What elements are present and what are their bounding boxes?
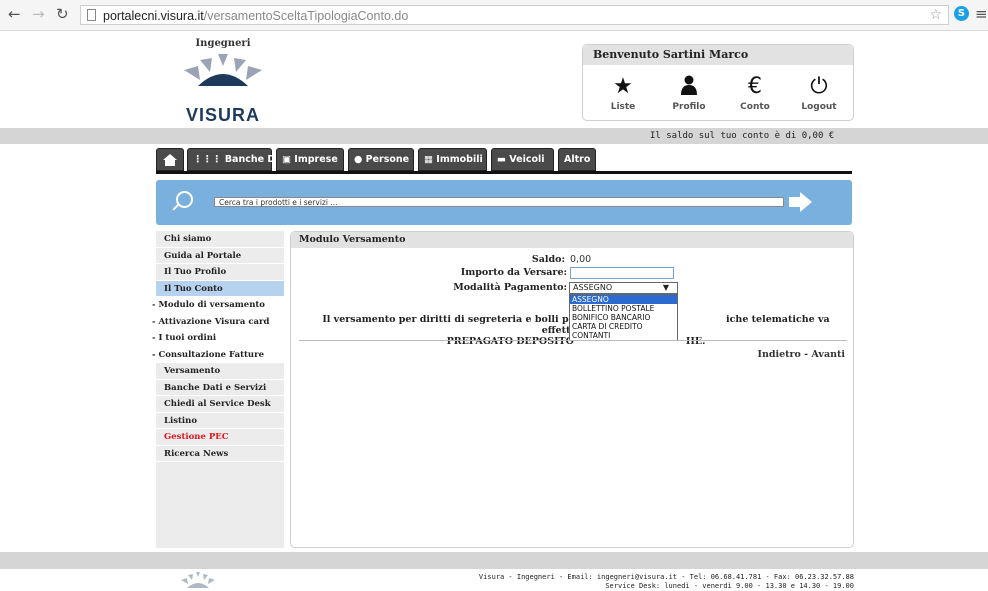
- logo-emblem-icon: [184, 54, 262, 86]
- tab-veicoli[interactable]: ▬ Veicoli: [491, 148, 554, 171]
- sidebar-item-chi-siamo[interactable]: Chi siamo: [156, 231, 284, 248]
- reload-icon[interactable]: ↻: [56, 6, 69, 22]
- tab-altro[interactable]: Altro: [558, 148, 596, 171]
- tab-banche-dati[interactable]: ⋮⋮⋮ Banche Dati: [187, 148, 289, 171]
- modalita-select[interactable]: ASSEGNO ▼: [569, 282, 678, 294]
- importo-input[interactable]: [570, 267, 674, 279]
- tab-imprese[interactable]: ▣ Imprese: [276, 148, 344, 171]
- option-bollettino[interactable]: BOLLETTINO POSTALE: [570, 304, 677, 313]
- briefcase-icon: ▣: [282, 154, 295, 165]
- tab-underline: [156, 171, 852, 174]
- modalita-dropdown-list: ASSEGNO BOLLETTINO POSTALE BONIFICO BANC…: [569, 294, 678, 341]
- liste-button[interactable]: ★ Liste: [593, 74, 653, 113]
- conto-button[interactable]: € Conto: [725, 74, 785, 113]
- tab-persone[interactable]: ● Persone: [348, 148, 414, 171]
- divider: [299, 340, 847, 341]
- versamento-panel: Modulo Versamento Saldo: 0,00 Importo da…: [290, 231, 854, 548]
- people-icon: ●: [354, 154, 366, 165]
- option-bonifico[interactable]: BONIFICO BANCARIO: [570, 313, 677, 322]
- forward-icon[interactable]: →: [32, 6, 45, 22]
- bookmark-star-icon[interactable]: ☆: [929, 7, 942, 23]
- pagination-links[interactable]: Indietro - Avanti: [758, 349, 846, 360]
- footer-logo-icon: [181, 572, 215, 588]
- saldo-info: Il saldo sul tuo conto è di 0,00 €: [650, 131, 835, 141]
- sidebar-item-profilo[interactable]: Il Tuo Profilo: [156, 264, 284, 281]
- logout-button[interactable]: ⏻ Logout: [789, 74, 849, 113]
- sidebar-item-banche-dati[interactable]: Banche Dati e Servizi: [156, 380, 284, 396]
- saldo-label: Saldo:: [531, 254, 565, 265]
- sidebar-item-listino[interactable]: Listino: [156, 413, 284, 429]
- page-icon: [87, 9, 96, 21]
- user-icon: [659, 75, 719, 99]
- profilo-button[interactable]: Profilo: [659, 75, 719, 112]
- skype-extension-icon[interactable]: S: [954, 6, 969, 21]
- sidebar: Chi siamo Guida al Portale Il Tuo Profil…: [152, 231, 284, 548]
- url-text: portalecni.visura.it/versamentoSceltaTip…: [103, 9, 409, 23]
- footer-strip: [0, 552, 988, 569]
- home-icon: [163, 154, 177, 166]
- building-icon: ▦: [424, 154, 437, 165]
- search-input[interactable]: Cerca tra i prodotti e i servizi ...: [214, 197, 784, 207]
- user-panel: Benvenuto Sartini Marco ★ Liste Profilo …: [582, 44, 854, 121]
- sidebar-item-conto[interactable]: Il Tuo Conto: [156, 280, 284, 297]
- star-icon: ★: [613, 74, 633, 99]
- search-icon: [176, 191, 193, 208]
- panel-title: Modulo Versamento: [291, 232, 853, 248]
- logo-caption: Ingegneri: [195, 38, 251, 49]
- tab-immobili[interactable]: ▦ Immobili: [418, 148, 487, 171]
- option-carta[interactable]: CARTA DI CREDITO: [570, 322, 677, 331]
- sidebar-item-fatture[interactable]: - Consultazione Fatture: [152, 346, 284, 363]
- importo-label: Importo da Versare:: [460, 267, 567, 278]
- logo-brand-text: VISURA: [185, 105, 260, 125]
- sidebar-item-versamento[interactable]: Versamento: [156, 363, 284, 380]
- euro-icon: €: [748, 74, 762, 99]
- sidebar-item-ordini[interactable]: - I tuoi ordini: [152, 330, 284, 347]
- grid-dots-icon: ⋮⋮⋮: [193, 154, 225, 165]
- browser-toolbar: ← → ↻ portalecni.visura.it/versamentoSce…: [0, 0, 988, 31]
- address-bar[interactable]: portalecni.visura.it/versamentoSceltaTip…: [80, 5, 949, 25]
- sidebar-item-pec[interactable]: Gestione PEC: [156, 429, 284, 446]
- browser-menu-icon[interactable]: ≡: [975, 5, 988, 23]
- welcome-text: Benvenuto Sartini Marco: [583, 45, 853, 65]
- tab-home[interactable]: [156, 148, 184, 171]
- sidebar-item-visura-card[interactable]: - Attivazione Visura card: [152, 313, 284, 330]
- modalita-label: Modalità Pagamento:: [453, 282, 567, 293]
- sidebar-item-modulo-versamento[interactable]: - Modulo di versamento: [152, 297, 284, 314]
- saldo-value: 0,00: [570, 254, 592, 265]
- search-bar: Cerca tra i prodotti e i servizi ...: [156, 180, 852, 225]
- dropdown-arrow-icon: ▼: [662, 283, 669, 292]
- back-icon[interactable]: ←: [8, 6, 21, 22]
- sidebar-item-news[interactable]: Ricerca News: [156, 446, 284, 462]
- power-icon: ⏻: [810, 74, 828, 99]
- car-icon: ▬: [497, 154, 510, 165]
- sidebar-item-service-desk[interactable]: Chiedi al Service Desk: [156, 396, 284, 413]
- footer-contacts: Visura - Ingegneri - Email: ingegneri@vi…: [478, 573, 854, 590]
- visura-logo[interactable]: Ingegneri VISURA: [168, 38, 278, 128]
- sidebar-item-guida[interactable]: Guida al Portale: [156, 248, 284, 264]
- header-strip: [0, 128, 988, 144]
- option-assegno[interactable]: ASSEGNO: [570, 295, 677, 304]
- option-contanti[interactable]: CONTANTI: [570, 331, 677, 340]
